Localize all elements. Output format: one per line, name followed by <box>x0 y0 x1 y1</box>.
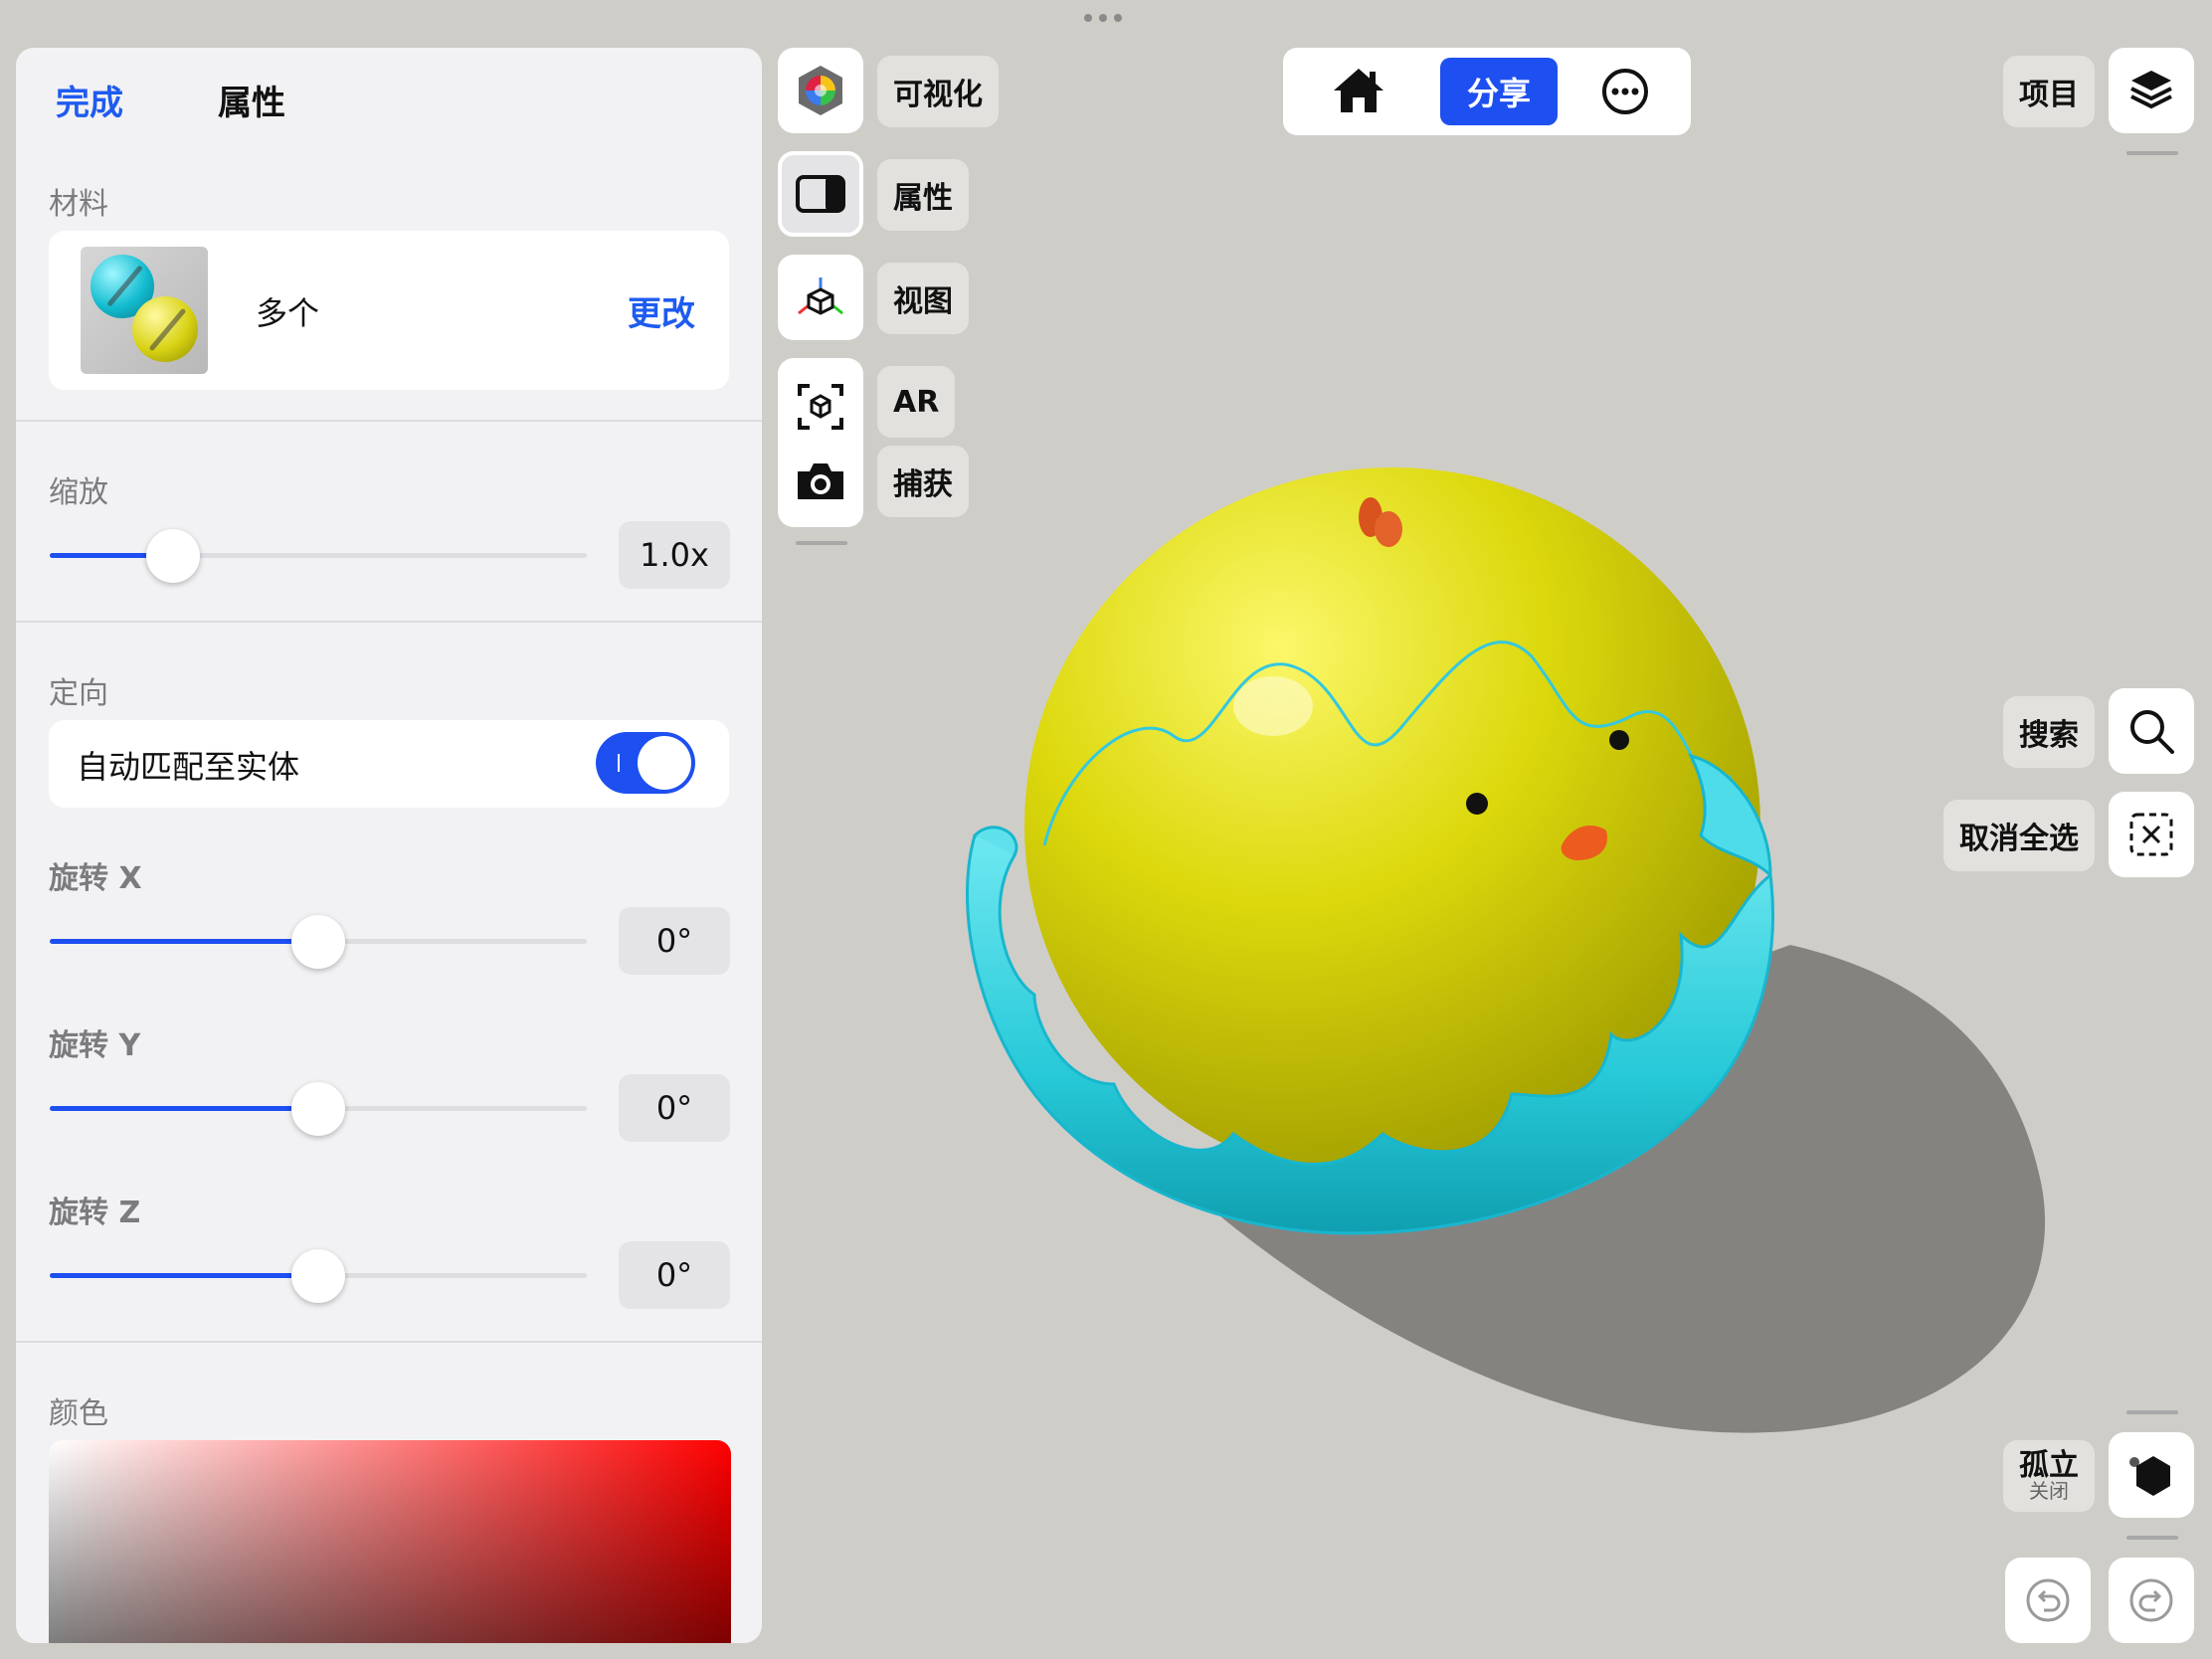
ar-label[interactable]: AR <box>877 366 956 438</box>
material-section-label: 材料 <box>49 187 108 222</box>
change-material-button[interactable]: 更改 <box>628 286 695 335</box>
deselect-icon <box>2129 813 2173 856</box>
material-card[interactable]: 多个 更改 <box>49 231 729 390</box>
project-label[interactable]: 项目 <box>2003 56 2095 127</box>
tool-column-handle[interactable] <box>796 541 847 545</box>
ar-icon[interactable] <box>796 382 845 432</box>
auto-match-toggle[interactable] <box>596 732 695 794</box>
search-label[interactable]: 搜索 <box>2003 696 2095 768</box>
rotation-z-slider[interactable] <box>50 1249 587 1303</box>
visualize-label[interactable]: 可视化 <box>877 56 999 127</box>
material-thumbnail <box>81 247 208 374</box>
color-picker-gradient[interactable] <box>49 1440 731 1643</box>
right-bottom-handle[interactable] <box>2126 1410 2178 1414</box>
rotation-z-label: 旋转 Z <box>49 1196 141 1230</box>
divider <box>16 1341 762 1343</box>
view-cube-icon <box>798 277 843 315</box>
rotation-x-value[interactable]: 0° <box>619 907 730 975</box>
rotation-z-value[interactable]: 0° <box>619 1241 730 1309</box>
rotation-y-value[interactable]: 0° <box>619 1074 730 1142</box>
properties-panel: 完成 属性 材料 多个 更改 缩放 1.0x 定向 自动匹配至实体 旋转 X 0… <box>16 48 762 1643</box>
view-label[interactable]: 视图 <box>877 263 969 334</box>
home-icon[interactable] <box>1331 66 1386 115</box>
scale-section-label: 缩放 <box>49 475 108 510</box>
chick-eye-right <box>1609 730 1629 750</box>
properties-label[interactable]: 属性 <box>877 159 969 231</box>
isolate-label: 孤立 <box>2019 1447 2079 1483</box>
auto-match-label: 自动匹配至实体 <box>77 748 300 786</box>
redo-icon <box>2129 1578 2173 1622</box>
more-options-icon[interactable] <box>1599 66 1651 117</box>
color-wheel-icon <box>799 66 842 115</box>
deselect-all-label[interactable]: 取消全选 <box>1943 800 2095 871</box>
rotation-y-slider[interactable] <box>50 1082 587 1136</box>
orientation-section-label: 定向 <box>49 676 108 711</box>
undo-icon <box>2026 1578 2070 1622</box>
sidebar-panel-icon <box>796 175 845 213</box>
material-name: 多个 <box>256 294 320 332</box>
layers-button[interactable] <box>2109 48 2194 133</box>
ar-capture-group <box>778 358 863 527</box>
layers-icon <box>2130 71 2172 109</box>
isolate-control[interactable]: 孤立 关闭 <box>2003 1440 2095 1512</box>
yellow-material-ball <box>132 296 198 362</box>
scale-slider-thumb[interactable] <box>146 529 201 583</box>
isolate-button[interactable] <box>2109 1432 2194 1518</box>
divider <box>16 621 762 623</box>
view-button[interactable] <box>778 255 863 340</box>
auto-match-row: 自动匹配至实体 <box>49 720 729 808</box>
window-grabber[interactable] <box>1084 14 1122 22</box>
undo-button[interactable] <box>2005 1558 2091 1643</box>
search-button[interactable] <box>2109 688 2194 774</box>
rotation-z-slider-thumb[interactable] <box>291 1249 345 1303</box>
properties-button[interactable] <box>778 151 863 237</box>
chick-eye-left <box>1466 793 1488 815</box>
rotation-x-label: 旋转 X <box>49 861 142 896</box>
rotation-x-slider[interactable] <box>50 915 587 969</box>
scale-value[interactable]: 1.0x <box>619 521 730 589</box>
search-icon <box>2130 710 2174 754</box>
share-button[interactable]: 分享 <box>1440 58 1558 125</box>
rotation-y-label: 旋转 Y <box>49 1028 141 1063</box>
scale-slider[interactable] <box>50 529 587 583</box>
isolate-state: 关闭 <box>2029 1479 2069 1504</box>
rotation-y-slider-thumb[interactable] <box>291 1082 345 1136</box>
deselect-all-button[interactable] <box>2109 792 2194 877</box>
right-top-handle[interactable] <box>2126 151 2178 155</box>
isolate-hexagon-icon <box>2129 1456 2170 1496</box>
panel-title: 属性 <box>218 84 285 123</box>
divider <box>16 420 762 422</box>
redo-button[interactable] <box>2109 1558 2194 1643</box>
history-handle[interactable] <box>2126 1536 2178 1540</box>
rotation-x-slider-thumb[interactable] <box>291 915 345 969</box>
3d-viewport[interactable] <box>935 438 2089 1472</box>
visualize-button[interactable] <box>778 48 863 133</box>
camera-icon[interactable] <box>794 460 847 503</box>
color-section-label: 颜色 <box>49 1396 108 1431</box>
top-toolbar: 分享 <box>1283 48 1691 135</box>
panel-header: 完成 属性 <box>16 48 762 147</box>
